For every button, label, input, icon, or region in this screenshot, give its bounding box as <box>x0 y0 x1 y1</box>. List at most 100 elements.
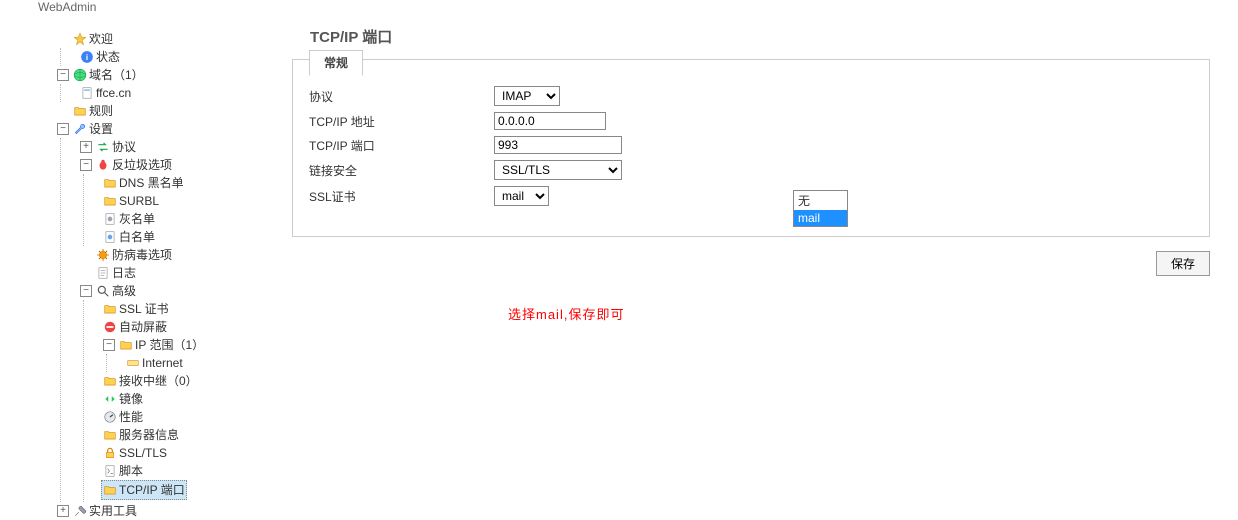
sidebar-item-ssl-cert[interactable]: SSL 证书 <box>101 300 280 318</box>
search-icon <box>96 284 110 298</box>
sidebar-item-label: 自动屏蔽 <box>119 318 167 336</box>
collapse-toggle[interactable]: − <box>80 285 92 297</box>
page-icon <box>80 86 94 100</box>
star-icon <box>73 32 87 46</box>
mirror-icon <box>103 392 117 406</box>
sidebar-item-welcome[interactable]: 欢迎 <box>55 30 280 48</box>
sidebar-item-label: 设置 <box>89 120 113 138</box>
sidebar-item-performance[interactable]: 性能 <box>101 408 280 426</box>
sidebar-item-label: 协议 <box>112 138 136 156</box>
sidebar-item-domain-ffce[interactable]: ffce.cn <box>78 84 280 102</box>
collapse-toggle[interactable]: − <box>57 69 69 81</box>
tab-general[interactable]: 常规 <box>309 50 363 76</box>
label-port: TCP/IP 端口 <box>309 137 494 154</box>
sidebar-item-label: 欢迎 <box>89 30 113 48</box>
select-security[interactable]: SSL/TLS <box>494 160 622 180</box>
expand-toggle[interactable]: + <box>80 141 92 153</box>
gauge-icon <box>103 410 117 424</box>
label-cert: SSL证书 <box>309 188 494 205</box>
sidebar-item-server-info[interactable]: 服务器信息 <box>101 426 280 444</box>
sidebar-item-tcpip-port[interactable]: TCP/IP 端口 <box>101 480 187 500</box>
tools-icon <box>73 504 87 518</box>
sidebar-item-ssl-tls[interactable]: SSL/TLS <box>101 444 280 462</box>
bug-icon <box>96 158 110 172</box>
script-icon <box>103 464 117 478</box>
settings-panel: 常规 协议 IMAP TCP/IP 地址 TCP/IP 端口 链接安全 SSL/… <box>292 59 1210 237</box>
lock-icon <box>103 446 117 460</box>
info-icon: i <box>80 50 94 64</box>
folder-icon <box>119 338 133 352</box>
sidebar-item-domains[interactable]: − 域名（1） <box>55 66 280 84</box>
sidebar-item-label: 实用工具 <box>89 502 137 520</box>
sidebar-item-label: IP 范围（1） <box>135 336 204 354</box>
folder-icon <box>103 483 117 497</box>
page-icon <box>103 230 117 244</box>
sidebar-item-surbl[interactable]: SURBL <box>101 192 280 210</box>
sidebar-item-label: SSL 证书 <box>119 300 169 318</box>
sidebar-item-label: 服务器信息 <box>119 426 179 444</box>
folder-icon <box>73 104 87 118</box>
save-button[interactable]: 保存 <box>1156 251 1210 276</box>
input-address[interactable] <box>494 112 606 130</box>
sidebar-item-label: 脚本 <box>119 462 143 480</box>
wrench-icon <box>73 122 87 136</box>
sidebar-item-label: 域名（1） <box>89 66 144 84</box>
folder-icon <box>103 302 117 316</box>
input-port[interactable] <box>494 136 622 154</box>
collapse-toggle[interactable]: − <box>57 123 69 135</box>
sidebar-item-label: ffce.cn <box>96 84 131 102</box>
sidebar-item-auto-ban[interactable]: 自动屏蔽 <box>101 318 280 336</box>
collapse-toggle[interactable]: − <box>103 339 115 351</box>
sidebar-item-label: 灰名单 <box>119 210 155 228</box>
sidebar-item-ip-range[interactable]: − IP 范围（1） <box>101 336 280 354</box>
sidebar-item-script[interactable]: 脚本 <box>101 462 280 480</box>
cert-option-none[interactable]: 无 <box>794 191 847 210</box>
sidebar-item-label: 状态 <box>96 48 120 66</box>
virus-icon <box>96 248 110 262</box>
select-cert[interactable]: mail <box>494 186 549 206</box>
folder-icon <box>103 194 117 208</box>
block-icon <box>103 320 117 334</box>
sidebar-item-label: 白名单 <box>119 228 155 246</box>
sidebar-item-label: 反垃圾选项 <box>112 156 172 174</box>
sidebar-item-utilities[interactable]: + 实用工具 <box>55 502 280 520</box>
sidebar-item-whitelist[interactable]: 白名单 <box>101 228 280 246</box>
label-security: 链接安全 <box>309 162 494 179</box>
sidebar-item-settings[interactable]: − 设置 <box>55 120 280 138</box>
sidebar-item-label: SURBL <box>119 192 159 210</box>
select-protocol[interactable]: IMAP <box>494 86 560 106</box>
label-protocol: 协议 <box>309 88 494 105</box>
page-icon <box>103 212 117 226</box>
hint-text: 选择mail,保存即可 <box>508 304 1210 323</box>
sidebar-item-antivirus[interactable]: 防病毒选项 <box>78 246 280 264</box>
sidebar-item-antispam[interactable]: − 反垃圾选项 <box>78 156 280 174</box>
sidebar-item-mirror[interactable]: 镜像 <box>101 390 280 408</box>
sidebar-item-internet[interactable]: Internet <box>124 354 280 372</box>
collapse-toggle[interactable]: − <box>80 159 92 171</box>
sidebar-item-label: 镜像 <box>119 390 143 408</box>
folder-icon <box>103 374 117 388</box>
sidebar-item-dns-blacklist[interactable]: DNS 黑名单 <box>101 174 280 192</box>
sidebar-item-relay[interactable]: 接收中继（0） <box>101 372 280 390</box>
sidebar-item-advanced[interactable]: − 高级 <box>78 282 280 300</box>
expand-toggle[interactable]: + <box>57 505 69 517</box>
cert-option-mail[interactable]: mail <box>794 210 847 226</box>
sidebar-item-label: 日志 <box>112 264 136 282</box>
sidebar-item-label: 防病毒选项 <box>112 246 172 264</box>
label-address: TCP/IP 地址 <box>309 113 494 130</box>
sidebar-item-label: TCP/IP 端口 <box>119 481 185 499</box>
sidebar-item-greylist[interactable]: 灰名单 <box>101 210 280 228</box>
page-title: TCP/IP 端口 <box>310 26 1210 47</box>
sidebar-item-rules[interactable]: 规则 <box>55 102 280 120</box>
sidebar: 欢迎 i 状态 − 域名（1） <box>0 22 280 520</box>
cert-dropdown-list[interactable]: 无 mail <box>793 190 848 227</box>
exchange-icon <box>96 140 110 154</box>
sidebar-item-protocols[interactable]: + 协议 <box>78 138 280 156</box>
main-content: TCP/IP 端口 常规 协议 IMAP TCP/IP 地址 TCP/IP 端口… <box>280 22 1238 520</box>
sidebar-item-status[interactable]: i 状态 <box>78 48 280 66</box>
sidebar-item-label: DNS 黑名单 <box>119 174 184 192</box>
log-icon <box>96 266 110 280</box>
sidebar-item-log[interactable]: 日志 <box>78 264 280 282</box>
svg-text:i: i <box>86 53 88 62</box>
range-icon <box>126 356 140 370</box>
